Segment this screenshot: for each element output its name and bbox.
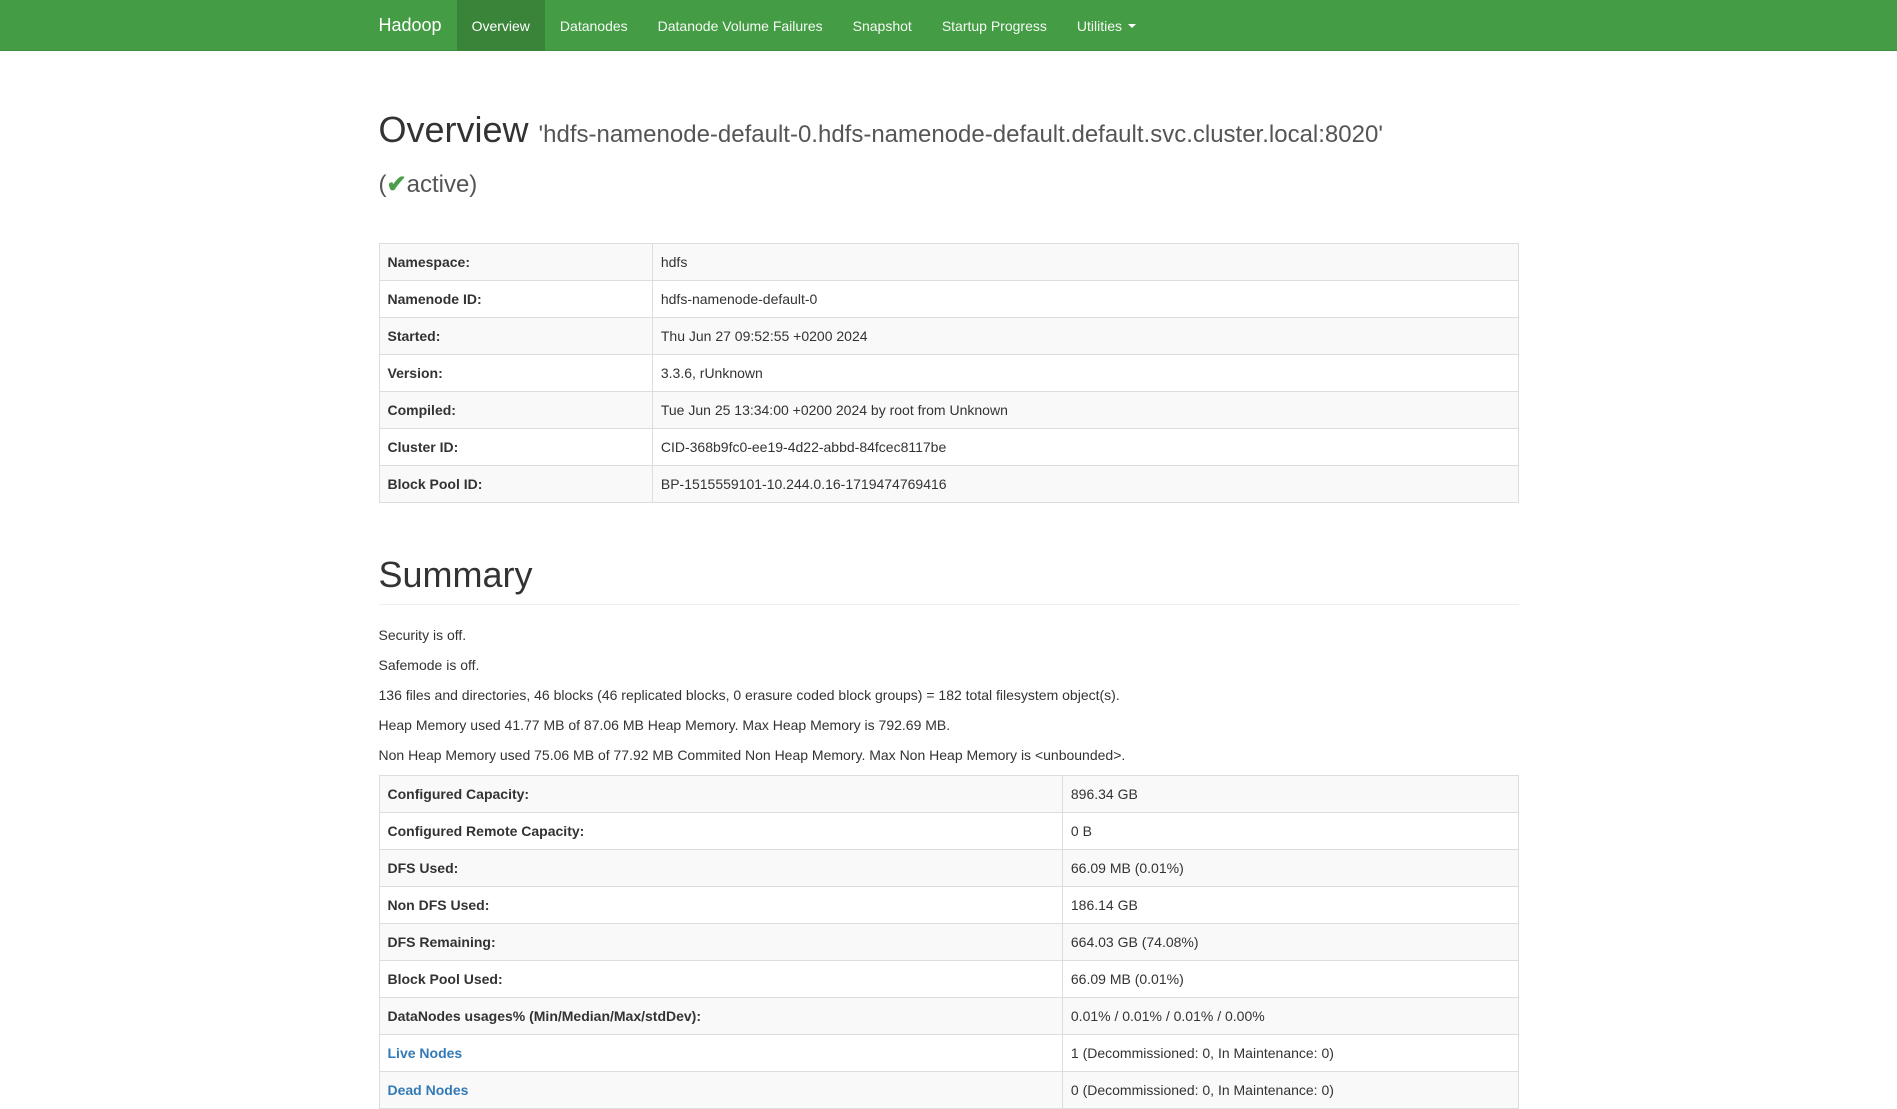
table-row: Namenode ID: hdfs-namenode-default-0: [379, 281, 1518, 318]
nav-item-snapshot[interactable]: Snapshot: [838, 0, 927, 51]
table-row: Version: 3.3.6, rUnknown: [379, 355, 1518, 392]
nav-item-datanodes[interactable]: Datanodes: [545, 0, 643, 51]
row-label: Dead Nodes: [379, 1072, 1062, 1109]
row-label: Version:: [379, 355, 652, 392]
nav-item-datanode-volume-failures[interactable]: Datanode Volume Failures: [643, 0, 838, 51]
main-content: Overview 'hdfs-namenode-default-0.hdfs-n…: [364, 107, 1534, 1109]
row-value: 66.09 MB (0.01%): [1062, 850, 1518, 887]
row-label: Configured Remote Capacity:: [379, 813, 1062, 850]
row-label: Block Pool Used:: [379, 961, 1062, 998]
navbar-menu: Overview Datanodes Datanode Volume Failu…: [457, 0, 1151, 50]
nav-item: Datanode Volume Failures: [643, 0, 838, 50]
row-value: hdfs: [652, 244, 1518, 281]
nav-item: Startup Progress: [927, 0, 1062, 50]
navbar: Hadoop Overview Datanodes Datanode Volum…: [0, 0, 1897, 51]
nav-item: Datanodes: [545, 0, 643, 50]
table-row: Started: Thu Jun 27 09:52:55 +0200 2024: [379, 318, 1518, 355]
row-label: Cluster ID:: [379, 429, 652, 466]
row-value: BP-1515559101-10.244.0.16-1719474769416: [652, 466, 1518, 503]
row-value: 3.3.6, rUnknown: [652, 355, 1518, 392]
row-value: 0.01% / 0.01% / 0.01% / 0.00%: [1062, 998, 1518, 1035]
active-check-icon: ✔: [387, 171, 407, 198]
summary-line-heap-memory: Heap Memory used 41.77 MB of 87.06 MB He…: [379, 715, 1519, 735]
summary-line-filesystem-objects: 136 files and directories, 46 blocks (46…: [379, 685, 1519, 705]
table-row: Non DFS Used: 186.14 GB: [379, 887, 1518, 924]
table-row: DFS Remaining: 664.03 GB (74.08%): [379, 924, 1518, 961]
row-label: Namenode ID:: [379, 281, 652, 318]
row-value: 896.34 GB: [1062, 776, 1518, 813]
row-value: Tue Jun 25 13:34:00 +0200 2024 by root f…: [652, 392, 1518, 429]
row-label: Configured Capacity:: [379, 776, 1062, 813]
table-row: Dead Nodes 0 (Decommissioned: 0, In Main…: [379, 1072, 1518, 1109]
row-label: Namespace:: [379, 244, 652, 281]
row-label: Compiled:: [379, 392, 652, 429]
row-value: 0 (Decommissioned: 0, In Maintenance: 0): [1062, 1072, 1518, 1109]
page-title-text: Overview: [379, 109, 529, 150]
page-title: Overview 'hdfs-namenode-default-0.hdfs-n…: [379, 107, 1519, 207]
table-row: Compiled: Tue Jun 25 13:34:00 +0200 2024…: [379, 392, 1518, 429]
nav-item-utilities-dropdown[interactable]: Utilities: [1062, 0, 1151, 51]
table-row: DataNodes usages% (Min/Median/Max/stdDev…: [379, 998, 1518, 1035]
row-label: DFS Remaining:: [379, 924, 1062, 961]
table-row: DFS Used: 66.09 MB (0.01%): [379, 850, 1518, 887]
navbar-container: Hadoop Overview Datanodes Datanode Volum…: [364, 0, 1534, 50]
summary-table: Configured Capacity: 896.34 GB Configure…: [379, 775, 1519, 1109]
row-value: 664.03 GB (74.08%): [1062, 924, 1518, 961]
live-nodes-link[interactable]: Live Nodes: [388, 1045, 463, 1061]
caret-down-icon: [1128, 24, 1136, 28]
table-row: Configured Capacity: 896.34 GB: [379, 776, 1518, 813]
row-value: CID-368b9fc0-ee19-4d22-abbd-84fcec8117be: [652, 429, 1518, 466]
summary-header: Summary: [379, 555, 1519, 605]
nav-item: Overview: [457, 0, 545, 50]
nav-item: Utilities: [1062, 0, 1151, 50]
row-label: DataNodes usages% (Min/Median/Max/stdDev…: [379, 998, 1062, 1035]
navbar-brand[interactable]: Hadoop: [379, 0, 457, 50]
summary-title: Summary: [379, 555, 1519, 595]
row-value: 1 (Decommissioned: 0, In Maintenance: 0): [1062, 1035, 1518, 1072]
row-value: 66.09 MB (0.01%): [1062, 961, 1518, 998]
row-label: Block Pool ID:: [379, 466, 652, 503]
nav-item: Snapshot: [838, 0, 927, 50]
nav-item-startup-progress[interactable]: Startup Progress: [927, 0, 1062, 51]
row-value: 186.14 GB: [1062, 887, 1518, 924]
table-row: Configured Remote Capacity: 0 B: [379, 813, 1518, 850]
summary-line-safemode: Safemode is off.: [379, 655, 1519, 675]
nav-item-utilities-label: Utilities: [1077, 18, 1122, 34]
dead-nodes-link[interactable]: Dead Nodes: [388, 1082, 469, 1098]
summary-line-non-heap-memory: Non Heap Memory used 75.06 MB of 77.92 M…: [379, 745, 1519, 765]
table-row: Block Pool Used: 66.09 MB (0.01%): [379, 961, 1518, 998]
cluster-info-table: Namespace: hdfs Namenode ID: hdfs-nameno…: [379, 243, 1519, 503]
nav-item-overview[interactable]: Overview: [457, 0, 545, 51]
row-value: hdfs-namenode-default-0: [652, 281, 1518, 318]
table-row: Cluster ID: CID-368b9fc0-ee19-4d22-abbd-…: [379, 429, 1518, 466]
row-label: Non DFS Used:: [379, 887, 1062, 924]
table-row: Block Pool ID: BP-1515559101-10.244.0.16…: [379, 466, 1518, 503]
namenode-address: 'hdfs-namenode-default-0.hdfs-namenode-d…: [539, 121, 1383, 148]
row-label: DFS Used:: [379, 850, 1062, 887]
table-row: Live Nodes 1 (Decommissioned: 0, In Main…: [379, 1035, 1518, 1072]
row-value: 0 B: [1062, 813, 1518, 850]
page-title-subtext: 'hdfs-namenode-default-0.hdfs-namenode-d…: [379, 121, 1383, 198]
status-text: active): [407, 171, 478, 198]
status-open-paren: (: [379, 171, 387, 198]
summary-line-security: Security is off.: [379, 625, 1519, 645]
table-row: Namespace: hdfs: [379, 244, 1518, 281]
row-label: Started:: [379, 318, 652, 355]
row-label: Live Nodes: [379, 1035, 1062, 1072]
row-value: Thu Jun 27 09:52:55 +0200 2024: [652, 318, 1518, 355]
